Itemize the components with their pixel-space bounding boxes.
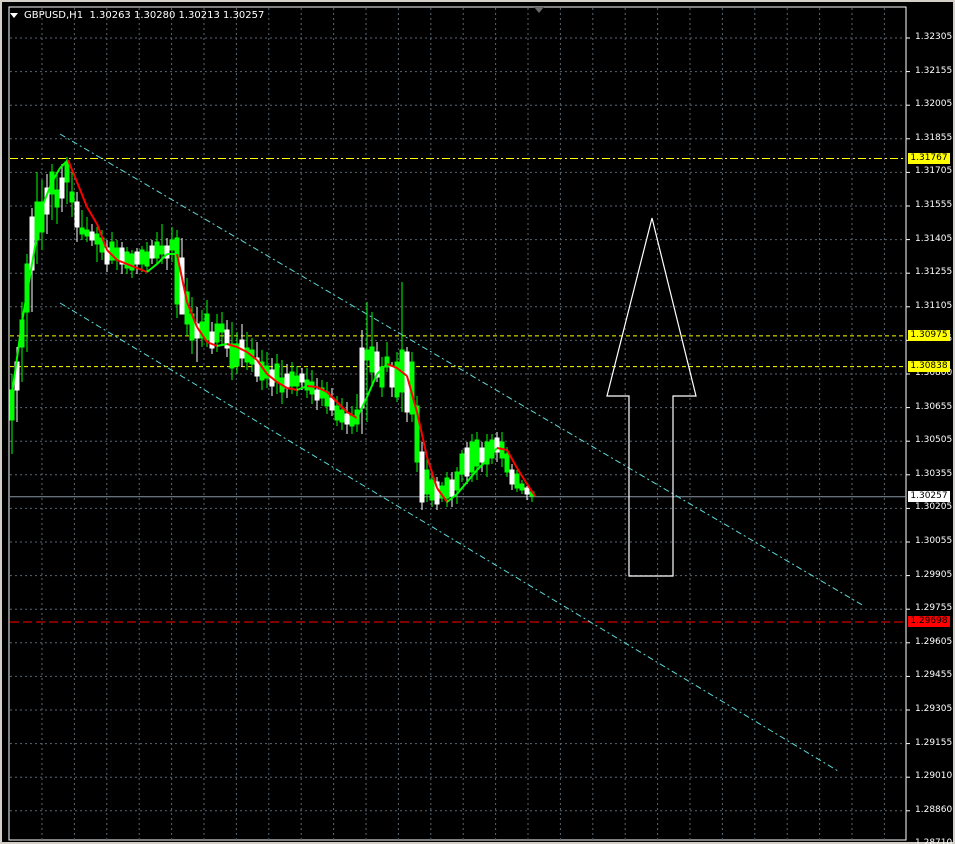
candle-body [79, 227, 85, 235]
price-axis-label: 1.29155 [915, 737, 953, 748]
resistance-line-3-tag: 1.30838 [908, 361, 950, 373]
candle-body [169, 239, 175, 251]
candle-body [9, 389, 15, 421]
candle-body [334, 405, 340, 421]
moving-average-segment [306, 385, 318, 388]
candle-body [294, 375, 300, 387]
candle-body [509, 469, 515, 485]
candle-body [149, 245, 155, 259]
price-axis-label: 1.30355 [915, 468, 953, 479]
candle-body [139, 249, 145, 265]
candle-body [389, 366, 395, 388]
chart-shift-icon[interactable] [534, 7, 544, 13]
price-axis-label: 1.30655 [915, 401, 953, 412]
chart-header: GBPUSD,H1 1.30263 1.30280 1.30213 1.3025… [10, 10, 264, 21]
candle-body [309, 381, 315, 395]
price-axis-label: 1.29455 [915, 670, 953, 681]
price-axis-label: 1.31405 [915, 233, 953, 244]
price-axis-label: 1.31105 [915, 300, 953, 311]
candle-body [479, 447, 485, 463]
candle-body [134, 251, 140, 265]
candle-body [64, 161, 70, 183]
plot-border [8, 6, 907, 841]
ohlc-label: 1.30263 1.30280 1.30213 1.30257 [89, 10, 265, 21]
candle-body [524, 487, 530, 495]
candle-body [244, 347, 250, 363]
resistance-line-2-tag: 1.30975 [908, 330, 950, 342]
candle-body [289, 371, 295, 387]
candle-body [69, 191, 75, 203]
candle-body [519, 483, 525, 491]
candle-body [469, 441, 475, 473]
candle-body [349, 415, 355, 427]
symbol-label: GBPUSD,H1 [24, 10, 84, 21]
candle-body [459, 453, 465, 475]
candle-body [229, 343, 235, 369]
candle-body [159, 245, 165, 255]
candle-body [344, 413, 350, 425]
price-axis-label: 1.30055 [915, 536, 953, 546]
price-axis-label: 1.32155 [915, 65, 953, 76]
candle-body [219, 323, 225, 333]
price-axis-label: 1.31255 [915, 267, 953, 278]
candle-body [369, 346, 375, 373]
chart-area[interactable]: GBPUSD,H1 1.30263 1.30280 1.30213 1.3025… [2, 2, 953, 844]
price-axis-label: 1.28860 [915, 804, 953, 815]
price-axis-label: 1.29010 [915, 771, 953, 782]
candle-body [454, 471, 460, 491]
resistance-line-1-tag: 1.31767 [908, 153, 950, 164]
candle-body [174, 237, 180, 305]
price-axis-label: 1.28710 [915, 838, 953, 844]
candle-body [444, 477, 450, 499]
candle-body [204, 313, 210, 341]
price-axis-label: 1.32305 [915, 32, 953, 42]
candle-body [359, 347, 365, 409]
support-line-tag: 1.29698 [908, 616, 950, 628]
menu-triangle-icon[interactable] [10, 12, 18, 18]
candle-body [419, 451, 425, 503]
candle-body [154, 241, 160, 259]
candle-body [464, 447, 470, 477]
candle-body [304, 379, 310, 391]
candle-body [474, 439, 480, 467]
candle-body [74, 201, 80, 228]
price-axis-label: 1.29905 [915, 569, 953, 580]
candle-body [94, 233, 100, 245]
moving-average-segment [86, 206, 98, 225]
price-axis-label: 1.29605 [915, 636, 953, 647]
candle-body [504, 453, 510, 473]
price-axis-label: 1.31555 [915, 200, 953, 210]
mt4-chart-window: GBPUSD,H1 1.30263 1.30280 1.30213 1.3025… [0, 0, 955, 844]
price-axis-label: 1.29305 [915, 704, 953, 714]
candle-body [214, 323, 220, 343]
bid-line-tag: 1.30257 [908, 491, 950, 503]
candle-body [284, 373, 290, 389]
price-axis-label: 1.30205 [915, 502, 953, 513]
price-axis-label: 1.31705 [915, 166, 953, 177]
candle-body [144, 251, 150, 267]
candle-body [449, 479, 455, 497]
candle-body [364, 349, 370, 361]
moving-average-segment [286, 387, 298, 391]
price-axis-label: 1.31855 [915, 132, 953, 143]
candle-body [59, 177, 65, 199]
channel-upper [59, 133, 865, 607]
candle-body [514, 473, 520, 489]
candle-body [424, 469, 430, 495]
candle-body [274, 363, 280, 383]
candle-body [54, 189, 60, 208]
channel-lower [59, 302, 839, 772]
candle-body [299, 373, 305, 383]
candle-body [84, 229, 90, 237]
candle-body [89, 231, 95, 241]
price-axis-label: 1.32005 [915, 99, 953, 110]
price-axis-label: 1.29755 [915, 603, 953, 614]
price-axis-label: 1.30505 [915, 435, 953, 446]
candle-body [339, 409, 345, 423]
price-chart[interactable] [2, 2, 953, 842]
candle-body [429, 479, 435, 501]
candle-body [314, 389, 320, 401]
up-arrow-object [606, 217, 697, 577]
